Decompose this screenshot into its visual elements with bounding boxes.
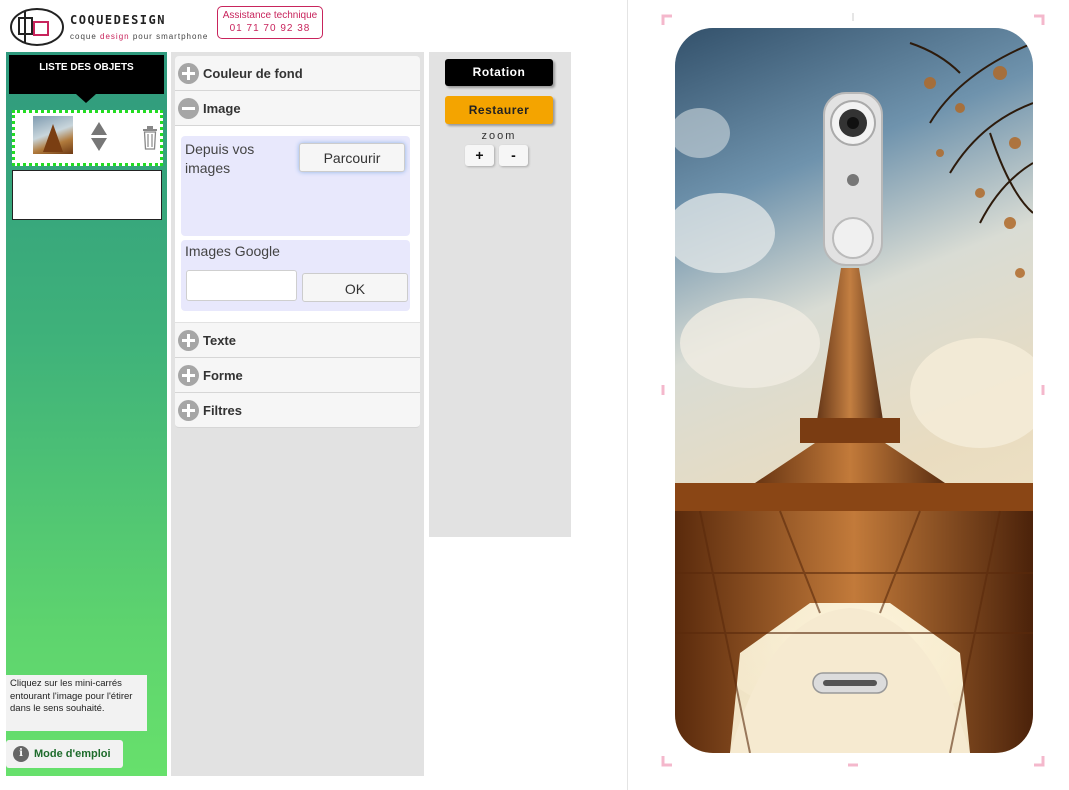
local-images-label: Depuis vos images — [185, 141, 255, 176]
info-icon: i — [13, 746, 29, 762]
tools-accordion: Couleur de fond Image Depuis vos images … — [171, 52, 424, 776]
support-box: Assistance technique 01 71 70 92 38 — [217, 6, 323, 39]
camera-cutout — [823, 92, 883, 266]
trash-icon[interactable] — [142, 126, 158, 150]
zoom-in-button[interactable]: + — [465, 145, 494, 166]
logo-name: COQUEDESIGN — [70, 13, 166, 27]
accordion-shape[interactable]: Forme — [175, 358, 420, 393]
objects-list-title: LISTE DES OBJETS — [9, 55, 164, 94]
caret-down-icon — [76, 94, 96, 103]
expand-plus-icon — [178, 63, 199, 84]
google-search-input[interactable] — [186, 270, 297, 301]
howto-button[interactable]: i Mode d'emploi — [6, 740, 123, 768]
move-up-icon[interactable] — [91, 122, 107, 135]
accordion-label: Filtres — [203, 403, 243, 418]
local-images-panel: Depuis vos images Parcourir — [181, 136, 410, 236]
support-title: Assistance technique — [222, 10, 318, 21]
logo-mark-icon — [10, 8, 64, 46]
restore-button[interactable]: Restaurer — [445, 96, 553, 124]
accordion-text[interactable]: Texte — [175, 323, 420, 358]
reorder-control[interactable] — [90, 119, 110, 157]
logo: COQUEDESIGN coque design pour smartphone — [10, 7, 210, 47]
rotation-button[interactable]: Rotation — [445, 59, 553, 86]
move-down-icon[interactable] — [91, 138, 107, 151]
google-images-panel: Images Google OK — [181, 240, 410, 311]
object-item-image[interactable] — [12, 110, 163, 166]
object-slot-empty[interactable] — [12, 170, 162, 220]
accordion-filters[interactable]: Filtres — [175, 393, 420, 428]
phone-case-canvas[interactable] — [660, 13, 1046, 768]
expand-plus-icon — [178, 330, 199, 351]
phone-case-preview — [660, 13, 1046, 768]
accordion-image[interactable]: Image — [175, 91, 420, 126]
accordion-label: Couleur de fond — [203, 66, 303, 81]
accordion-label: Texte — [203, 333, 236, 348]
expand-plus-icon — [178, 400, 199, 421]
panel-divider — [627, 0, 628, 790]
accordion-label: Forme — [203, 368, 243, 383]
objects-panel: LISTE DES OBJETS Cliquez sur les mini-ca… — [6, 52, 167, 776]
object-thumbnail[interactable] — [33, 116, 73, 154]
expand-plus-icon — [178, 365, 199, 386]
logo-tagline: coque design pour smartphone — [70, 32, 209, 41]
eiffel-tower-thumbnail-icon — [43, 124, 63, 152]
accordion-label: Image — [203, 101, 241, 116]
accordion-background-color[interactable]: Couleur de fond — [175, 56, 420, 91]
howto-label: Mode d'emploi — [34, 748, 111, 760]
zoom-out-button[interactable]: - — [499, 145, 528, 166]
google-ok-button[interactable]: OK — [302, 273, 408, 302]
image-section-body: Depuis vos images Parcourir Images Googl… — [175, 126, 420, 322]
zoom-label: zoom — [481, 130, 517, 142]
resize-hint-text: Cliquez sur les mini-carrés entourant l'… — [6, 675, 147, 731]
transform-controls: Rotation Restaurer zoom + - — [429, 52, 571, 537]
support-phone: 01 71 70 92 38 — [229, 23, 311, 34]
browse-button[interactable]: Parcourir — [299, 143, 405, 172]
google-images-label: Images Google — [185, 243, 280, 259]
collapse-minus-icon — [178, 98, 199, 119]
speaker-cutout — [812, 672, 888, 694]
